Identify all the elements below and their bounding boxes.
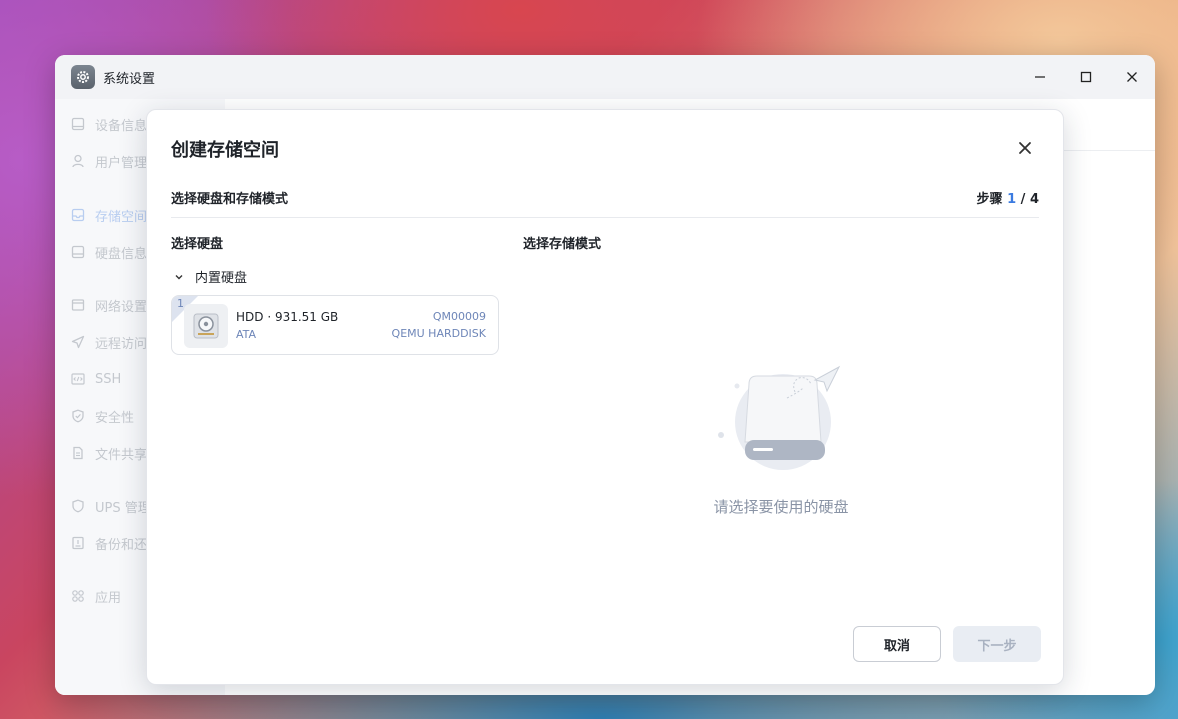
- hdd-icon: [184, 304, 228, 348]
- sidebar-item-label: SSH: [95, 371, 122, 387]
- disk-interface: ATA: [236, 328, 257, 341]
- sidebar-item-remote-access[interactable]: 远程访问: [71, 331, 147, 353]
- step-indicator: 步骤 1 / 4: [977, 188, 1039, 207]
- sidebar-item-file-sharing[interactable]: 文件共享: [71, 442, 147, 464]
- sidebar-item-device-info[interactable]: 设备信息: [71, 113, 147, 135]
- group-label: 内置硬盘: [195, 271, 248, 286]
- close-icon: [1019, 142, 1031, 154]
- dialog-title: 创建存储空间: [171, 140, 279, 161]
- step-separator: /: [1016, 192, 1030, 207]
- disk-model: QEMU HARDDISK: [391, 327, 486, 340]
- disk-card[interactable]: 1 HDD · 931.51 GB ATA QM00009 QEMU HARDD…: [171, 295, 499, 355]
- step-total: 4: [1029, 192, 1039, 207]
- send-icon: [71, 335, 85, 349]
- sidebar-item-label: 设备信息: [95, 118, 148, 134]
- sidebar-item-label: 存储空间: [95, 209, 148, 225]
- shield-icon: [71, 409, 85, 423]
- sidebar-item-apps[interactable]: 应用: [71, 585, 121, 607]
- select-mode-title: 选择存储模式: [523, 237, 602, 252]
- gear-icon: [71, 65, 95, 89]
- apps-icon: [71, 589, 85, 603]
- sidebar-item-users[interactable]: 用户管理: [71, 150, 147, 172]
- sidebar-item-ssh[interactable]: SSH: [71, 368, 121, 390]
- maximize-button[interactable]: [1074, 65, 1098, 89]
- sidebar-item-label: 安全性: [95, 410, 135, 426]
- backup-icon: [71, 536, 85, 550]
- chevron-down-icon: [171, 269, 187, 285]
- sidebar-item-label: 应用: [95, 590, 122, 606]
- close-dialog-button[interactable]: [1015, 138, 1035, 158]
- cancel-button[interactable]: 取消: [853, 626, 941, 662]
- disk-name: HDD · 931.51 GB: [236, 310, 339, 324]
- file-icon: [71, 446, 85, 460]
- ups-icon: [71, 499, 85, 513]
- sidebar-item-label: 远程访问: [95, 336, 148, 352]
- minimize-button[interactable]: [1028, 65, 1052, 89]
- dialog-subtitle: 选择硬盘和存储模式: [171, 192, 289, 207]
- window-title: 系统设置: [103, 71, 156, 87]
- next-step-button[interactable]: 下一步: [953, 626, 1041, 662]
- device-icon: [71, 117, 85, 131]
- step-label: 步骤: [976, 192, 1003, 207]
- empty-state-text: 请选择要使用的硬盘: [713, 498, 849, 516]
- divider: [171, 217, 1039, 218]
- sidebar-item-security[interactable]: 安全性: [71, 405, 134, 427]
- sidebar-item-label: UPS 管理: [95, 500, 151, 516]
- sidebar-item-label: 硬盘信息: [95, 246, 148, 262]
- code-icon: [71, 372, 85, 386]
- sidebar-item-label: 文件共享: [95, 447, 148, 463]
- sidebar-item-label: 用户管理: [95, 155, 148, 171]
- disk-icon: [71, 245, 85, 259]
- title-bar: 系统设置: [55, 55, 1155, 99]
- disk-serial: QM00009: [432, 310, 486, 323]
- close-window-button[interactable]: [1120, 65, 1144, 89]
- network-icon: [71, 298, 85, 312]
- storage-icon: [71, 208, 85, 222]
- user-icon: [71, 154, 85, 168]
- builtin-disks-toggle[interactable]: 内置硬盘: [171, 267, 247, 286]
- sidebar-item-ups[interactable]: UPS 管理: [71, 495, 151, 517]
- slot-number: 1: [177, 297, 184, 310]
- empty-disk-illustration: [711, 362, 851, 477]
- sidebar-item-label: 网络设置: [95, 299, 148, 315]
- sidebar-item-network[interactable]: 网络设置: [71, 294, 147, 316]
- sidebar-item-disk-info[interactable]: 硬盘信息: [71, 241, 147, 263]
- select-disk-title: 选择硬盘: [171, 237, 224, 252]
- step-current: 1: [1007, 192, 1017, 207]
- sidebar-item-storage[interactable]: 存储空间: [71, 204, 147, 226]
- create-storage-dialog: 创建存储空间 选择硬盘和存储模式 步骤 1 / 4 选择硬盘 选择存储模式 内置…: [146, 109, 1064, 685]
